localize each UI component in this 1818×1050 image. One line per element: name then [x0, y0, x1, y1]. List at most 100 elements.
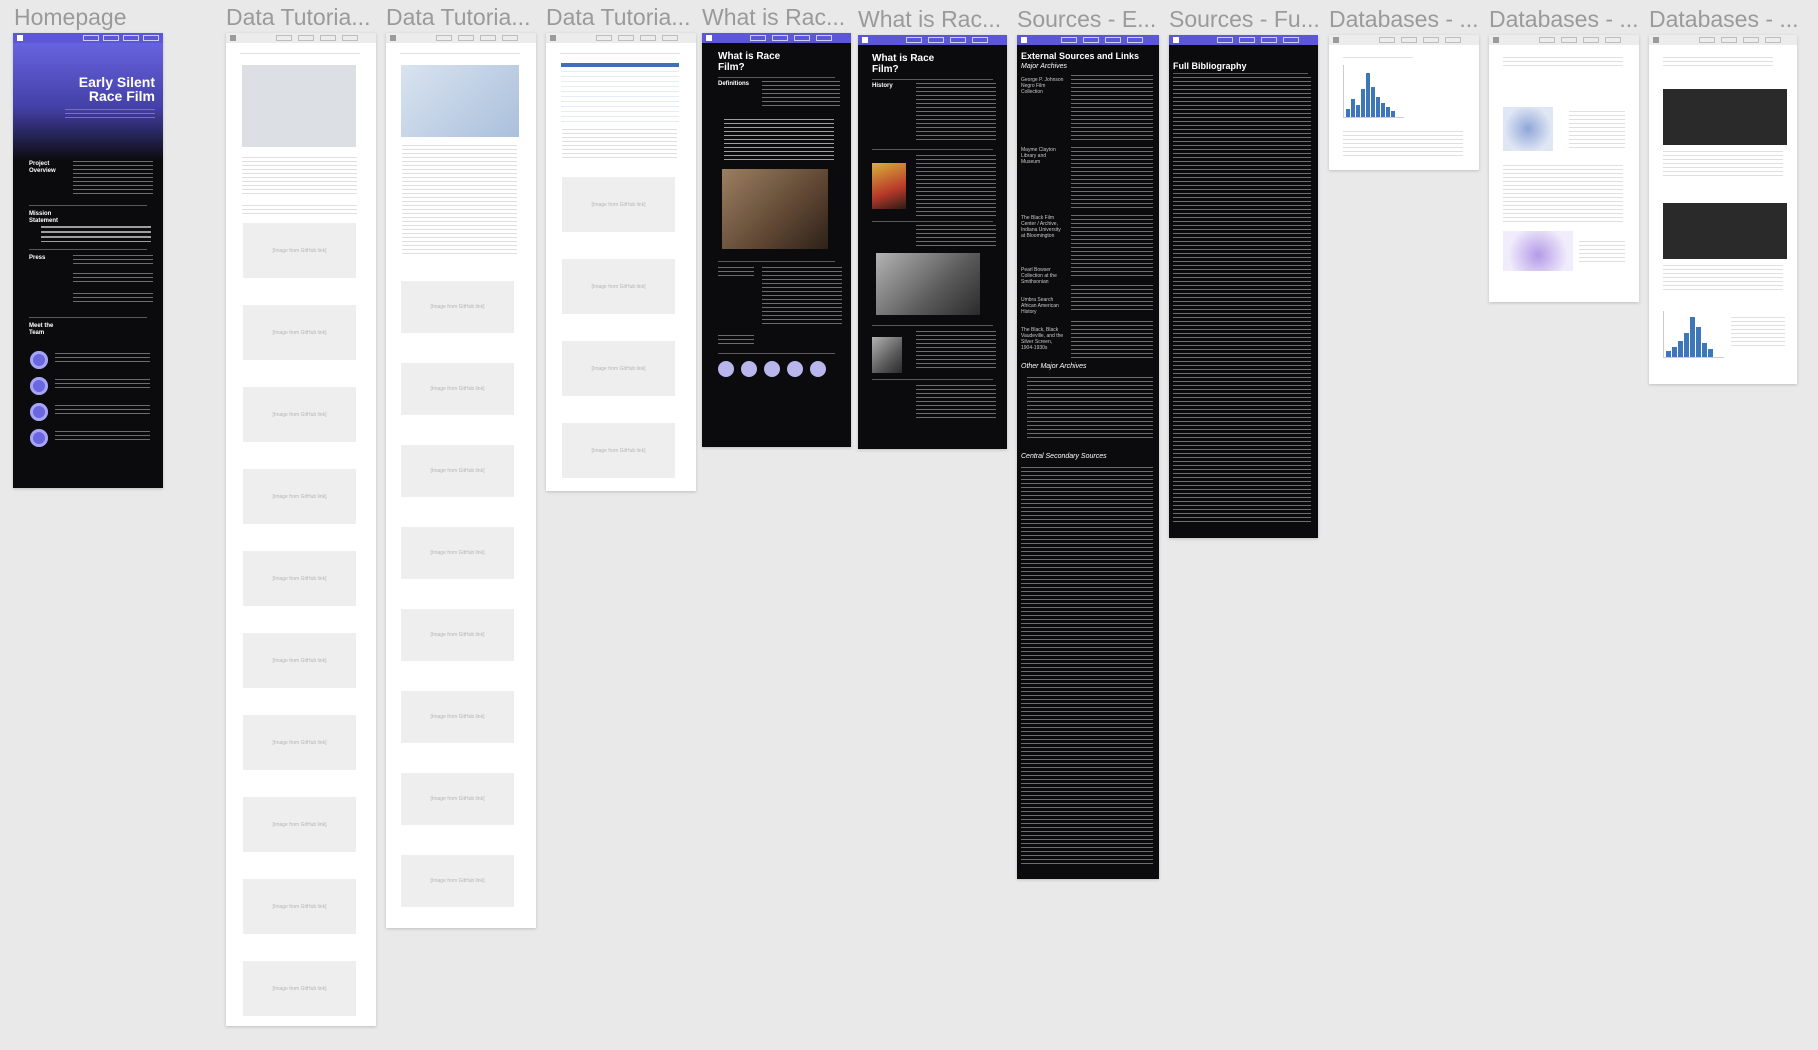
- nav-button[interactable]: [1583, 37, 1599, 43]
- nav-bar: [1169, 35, 1318, 45]
- nav-button[interactable]: [1379, 37, 1395, 43]
- nav-button[interactable]: [1127, 37, 1143, 43]
- homepage-frame[interactable]: Early Silent Race Film Project Overview …: [13, 33, 163, 488]
- tutorial-heading: [560, 53, 680, 57]
- home-icon[interactable]: [390, 35, 396, 41]
- data-tutorial-frame-2[interactable]: [Image from GitHub link] [Image from Git…: [386, 33, 536, 928]
- nav-button[interactable]: [1423, 37, 1439, 43]
- nav-button[interactable]: [928, 37, 944, 43]
- archive-name[interactable]: The Black Film Center / Archive, Indiana…: [1021, 215, 1065, 239]
- nav-button[interactable]: [320, 35, 336, 41]
- nav-button[interactable]: [480, 35, 496, 41]
- nav-button[interactable]: [1083, 37, 1099, 43]
- nav-button[interactable]: [1765, 37, 1781, 43]
- frame-title-databases-2[interactable]: Databases - ...: [1489, 6, 1639, 33]
- home-icon[interactable]: [706, 35, 712, 41]
- nav-button[interactable]: [1061, 37, 1077, 43]
- nav-button[interactable]: [1445, 37, 1461, 43]
- home-icon[interactable]: [550, 35, 556, 41]
- what-is-race-film-frame-2[interactable]: What is Race Film? History: [858, 35, 1007, 449]
- sources-external-frame[interactable]: External Sources and Links Major Archive…: [1017, 35, 1159, 879]
- nav-button[interactable]: [1539, 37, 1555, 43]
- divider: [872, 79, 993, 80]
- nav-dot[interactable]: [741, 361, 757, 377]
- nav-button[interactable]: [1743, 37, 1759, 43]
- databases-frame-1[interactable]: [1329, 35, 1479, 170]
- archive-name[interactable]: Pearl Bowser Collection at the Smithsoni…: [1021, 267, 1065, 285]
- frame-title-data-tutorial-1[interactable]: Data Tutoria...: [226, 4, 376, 31]
- nav-button[interactable]: [458, 35, 474, 41]
- frame-title-what-is-race-film-2[interactable]: What is Rac...: [858, 6, 1008, 33]
- frame-title-data-tutorial-2[interactable]: Data Tutoria...: [386, 4, 536, 31]
- nav-button[interactable]: [1401, 37, 1417, 43]
- frame-title-sources-external[interactable]: Sources - E...: [1017, 6, 1167, 33]
- nav-button[interactable]: [342, 35, 358, 41]
- nav-button[interactable]: [950, 37, 966, 43]
- data-tutorial-frame-3[interactable]: [Image from GitHub link] [Image from Git…: [546, 33, 696, 491]
- section-label-mission-statement: Mission Statement: [29, 211, 59, 224]
- home-icon[interactable]: [1333, 37, 1339, 43]
- databases-frame-3[interactable]: [1649, 35, 1797, 384]
- home-icon[interactable]: [1173, 37, 1179, 43]
- nav-button[interactable]: [1217, 37, 1233, 43]
- home-icon[interactable]: [17, 35, 23, 41]
- nav-button[interactable]: [618, 35, 634, 41]
- frame-title-databases-1[interactable]: Databases - ...: [1329, 6, 1479, 33]
- nav-button[interactable]: [972, 37, 988, 43]
- home-icon[interactable]: [1493, 37, 1499, 43]
- nav-button[interactable]: [1605, 37, 1621, 43]
- histogram-chart: [1343, 65, 1404, 118]
- home-icon[interactable]: [1021, 37, 1027, 43]
- nav-button[interactable]: [276, 35, 292, 41]
- nav-button[interactable]: [103, 35, 119, 41]
- frame-title-what-is-race-film-1[interactable]: What is Rac...: [702, 4, 852, 31]
- nav-button[interactable]: [640, 35, 656, 41]
- press-text: [73, 273, 153, 285]
- frame-title-sources-full[interactable]: Sources - Fu...: [1169, 6, 1319, 33]
- nav-button[interactable]: [662, 35, 678, 41]
- chart-description: [1731, 317, 1785, 347]
- data-tutorial-frame-1[interactable]: [Image from GitHub link] [Image from Git…: [226, 33, 376, 1026]
- nav-button[interactable]: [1561, 37, 1577, 43]
- nav-button[interactable]: [1261, 37, 1277, 43]
- archive-name[interactable]: Mayme Clayton Library and Museum: [1021, 147, 1065, 165]
- archive-name[interactable]: Umbra Search African American History: [1021, 297, 1065, 315]
- nav-button[interactable]: [772, 35, 788, 41]
- dark-map-image: [1663, 89, 1787, 145]
- archive-name[interactable]: The Black, Black Vaudeville, and the Sil…: [1021, 327, 1065, 351]
- home-icon[interactable]: [230, 35, 236, 41]
- nav-dot[interactable]: [718, 361, 734, 377]
- nav-button[interactable]: [298, 35, 314, 41]
- nav-button[interactable]: [83, 35, 99, 41]
- nav-button[interactable]: [794, 35, 810, 41]
- nav-button[interactable]: [906, 37, 922, 43]
- nav-button[interactable]: [1721, 37, 1737, 43]
- nav-dot[interactable]: [764, 361, 780, 377]
- frame-title-databases-3[interactable]: Databases - ...: [1649, 6, 1799, 33]
- sources-full-frame[interactable]: Full Bibliography: [1169, 35, 1318, 538]
- nav-button[interactable]: [596, 35, 612, 41]
- nav-button[interactable]: [816, 35, 832, 41]
- nav-button[interactable]: [502, 35, 518, 41]
- home-icon[interactable]: [1653, 37, 1659, 43]
- nav-dot[interactable]: [810, 361, 826, 377]
- nav-button[interactable]: [750, 35, 766, 41]
- nav-button[interactable]: [1105, 37, 1121, 43]
- histogram-bar: [1351, 99, 1355, 117]
- nav-button[interactable]: [1283, 37, 1299, 43]
- nav-button[interactable]: [1699, 37, 1715, 43]
- subheading-other-archives: Other Major Archives: [1021, 363, 1087, 370]
- databases-frame-2[interactable]: [1489, 35, 1639, 302]
- nav-button[interactable]: [1239, 37, 1255, 43]
- nav-button[interactable]: [123, 35, 139, 41]
- nav-button[interactable]: [143, 35, 159, 41]
- nav-button[interactable]: [436, 35, 452, 41]
- archive-name[interactable]: George P. Johnson Negro Film Collection: [1021, 77, 1065, 95]
- histogram-bar: [1702, 343, 1707, 357]
- frame-title-data-tutorial-3[interactable]: Data Tutoria...: [546, 4, 696, 31]
- frame-title-homepage[interactable]: Homepage: [14, 4, 184, 31]
- home-icon[interactable]: [862, 37, 868, 43]
- nav-dot[interactable]: [787, 361, 803, 377]
- hero-title: Early Silent Race Film: [78, 74, 155, 104]
- what-is-race-film-frame-1[interactable]: What is Race Film? Definitions: [702, 33, 851, 447]
